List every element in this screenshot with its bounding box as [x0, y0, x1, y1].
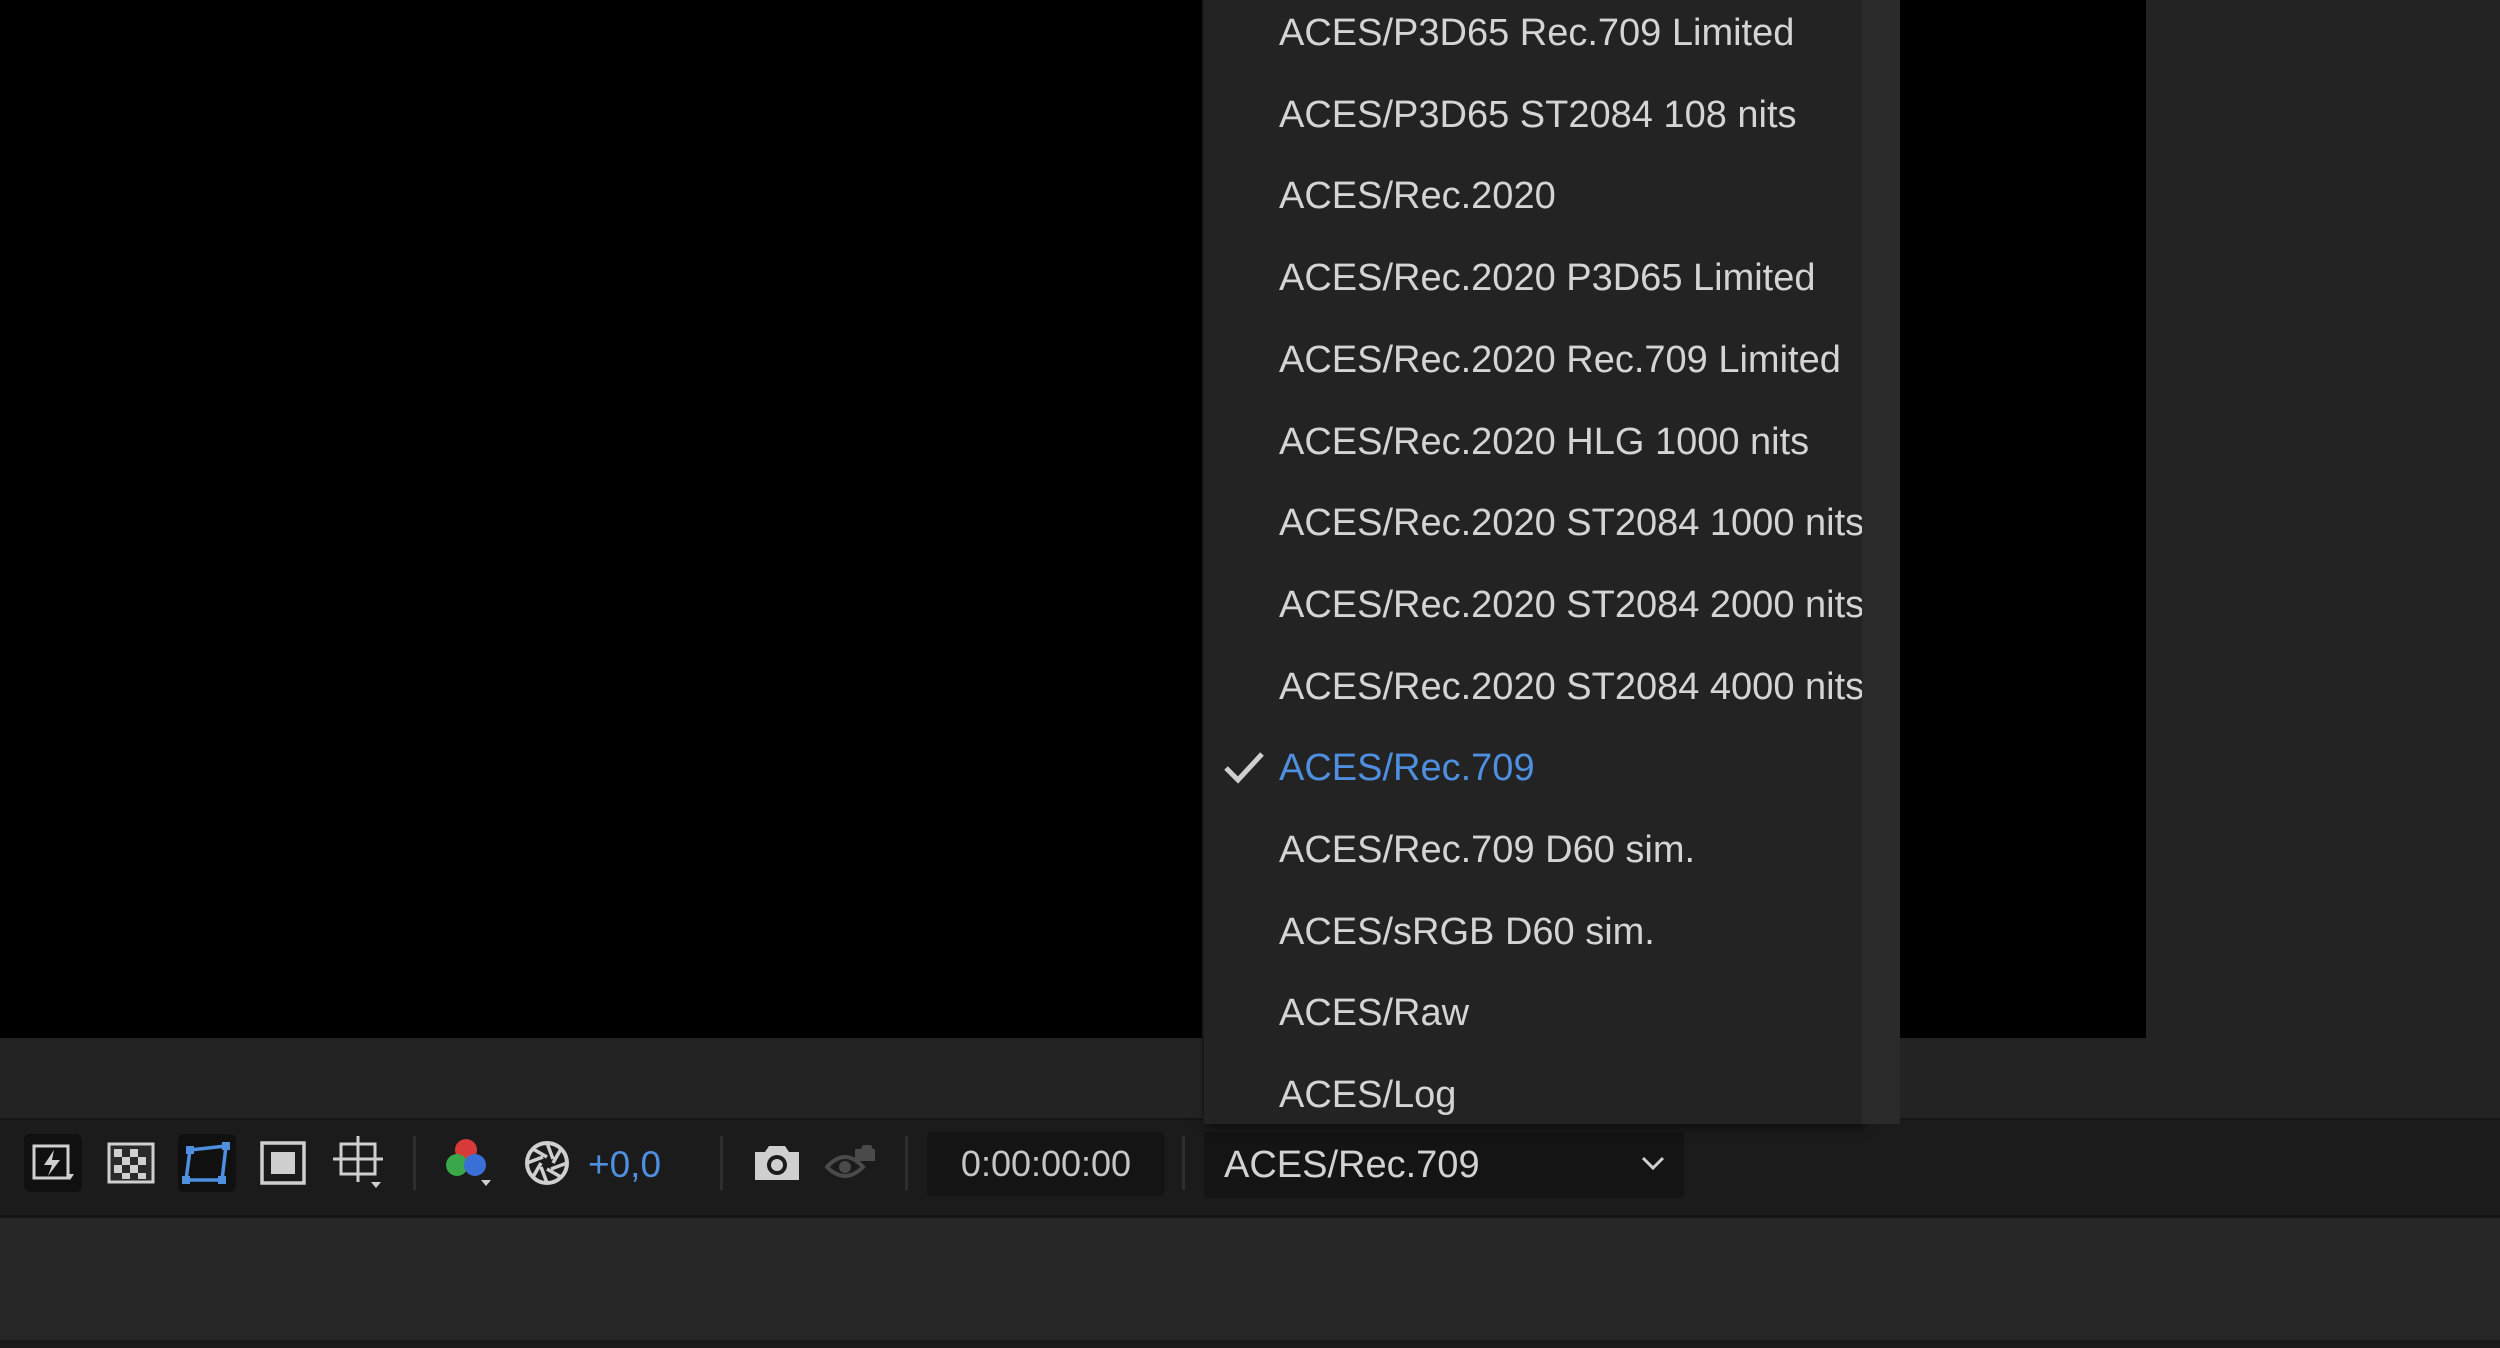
composition-panel: +0,0 0:00:00:00 ACES/Rec.709 ACES/P3D65 … [0, 0, 2500, 1348]
transparency-grid-button[interactable] [102, 1134, 160, 1192]
menu-item-label: ACES/P3D65 ST2084 108 nits [1279, 93, 1797, 136]
menu-item-label: ACES/Log [1279, 1074, 1457, 1117]
menu-item-label: ACES/Raw [1279, 992, 1470, 1035]
menu-item-label: ACES/Rec.2020 ST2084 4000 nits [1279, 665, 1865, 708]
menu-item[interactable]: ACES/Rec.2020 Rec.709 Limited [1204, 320, 1864, 400]
toolbar-separator [413, 1136, 416, 1190]
menu-item[interactable]: ACES/Raw [1204, 973, 1864, 1053]
show-snapshot-icon [825, 1139, 877, 1187]
menu-item[interactable]: ACES/Log [1204, 1055, 1864, 1135]
menu-item[interactable]: ACES/Rec.2020 [1204, 156, 1864, 236]
view-dropdown-value: ACES/Rec.709 [1224, 1144, 1480, 1186]
rgb-channels-icon [443, 1136, 495, 1190]
take-snapshot-icon [751, 1142, 803, 1184]
mask-path-visibility-icon [182, 1140, 232, 1186]
show-snapshot-button[interactable] [822, 1134, 880, 1192]
toggle-guides-button[interactable] [330, 1134, 388, 1192]
toggle-guides-icon [333, 1136, 385, 1190]
show-channel-button[interactable] [440, 1134, 498, 1192]
menu-item-label: ACES/Rec.2020 [1279, 175, 1556, 218]
exposure-value[interactable]: +0,0 [588, 1140, 661, 1190]
menu-item[interactable]: ACES/sRGB D60 sim. [1204, 892, 1864, 972]
menu-item[interactable]: ACES/P3D65 ST2084 108 nits [1204, 75, 1864, 155]
menu-item-label: ACES/Rec.2020 Rec.709 Limited [1279, 338, 1841, 381]
toolbar-separator [905, 1136, 908, 1190]
check-icon [1222, 750, 1266, 791]
fast-previews-icon [30, 1140, 76, 1186]
menu-item-label: ACES/P3D65 Rec.709 Limited [1279, 12, 1795, 54]
menu-item[interactable]: ACES/Rec.2020 ST2084 4000 nits [1204, 647, 1864, 727]
toolbar-separator [720, 1136, 723, 1190]
menu-item[interactable]: ACES/Rec.2020 ST2084 2000 nits [1204, 565, 1864, 645]
reset-exposure-icon [523, 1139, 571, 1187]
fast-previews-button[interactable] [24, 1134, 82, 1192]
chevron-down-icon [1640, 1153, 1666, 1178]
menu-item[interactable]: ACES/Rec.709 D60 sim. [1204, 810, 1864, 890]
menu-item[interactable]: ACES/P3D65 Rec.709 Limited [1204, 0, 1864, 73]
menu-item-label: ACES/Rec.2020 ST2084 2000 nits [1279, 583, 1865, 626]
panel-divider [0, 1340, 2500, 1348]
menu-scrollbar[interactable] [1862, 0, 1900, 1124]
menu-item[interactable]: ACES/Rec.709 [1204, 728, 1864, 808]
view-dropdown-menu: ACES/P3D65 Rec.709 Limited ACES/P3D65 ST2… [1202, 0, 1864, 1124]
mask-path-visibility-button[interactable] [178, 1134, 236, 1192]
menu-item-label: ACES/Rec.709 [1279, 747, 1535, 790]
view-dropdown[interactable]: ACES/Rec.709 [1204, 1132, 1684, 1198]
region-of-interest-button[interactable] [254, 1134, 312, 1192]
menu-item[interactable]: ACES/Rec.2020 HLG 1000 nits [1204, 402, 1864, 482]
region-of-interest-icon [260, 1141, 306, 1185]
reset-exposure-button[interactable] [518, 1134, 576, 1192]
menu-item-label: ACES/sRGB D60 sim. [1279, 910, 1655, 953]
menu-item-label: ACES/Rec.709 D60 sim. [1279, 829, 1696, 871]
menu-item-label: ACES/Rec.2020 ST2084 1000 nits [1279, 502, 1865, 545]
current-time-display[interactable]: 0:00:00:00 [927, 1132, 1165, 1196]
menu-item-label: ACES/Rec.2020 P3D65 Limited [1279, 257, 1816, 300]
menu-item-label: ACES/Rec.2020 HLG 1000 nits [1279, 420, 1810, 463]
toolbar-separator [1182, 1136, 1185, 1190]
transparency-grid-icon [107, 1142, 155, 1184]
timeline-panel [0, 1218, 2500, 1348]
menu-item[interactable]: ACES/Rec.2020 P3D65 Limited [1204, 238, 1864, 318]
menu-item[interactable]: ACES/Rec.2020 ST2084 1000 nits [1204, 483, 1864, 563]
take-snapshot-button[interactable] [748, 1134, 806, 1192]
